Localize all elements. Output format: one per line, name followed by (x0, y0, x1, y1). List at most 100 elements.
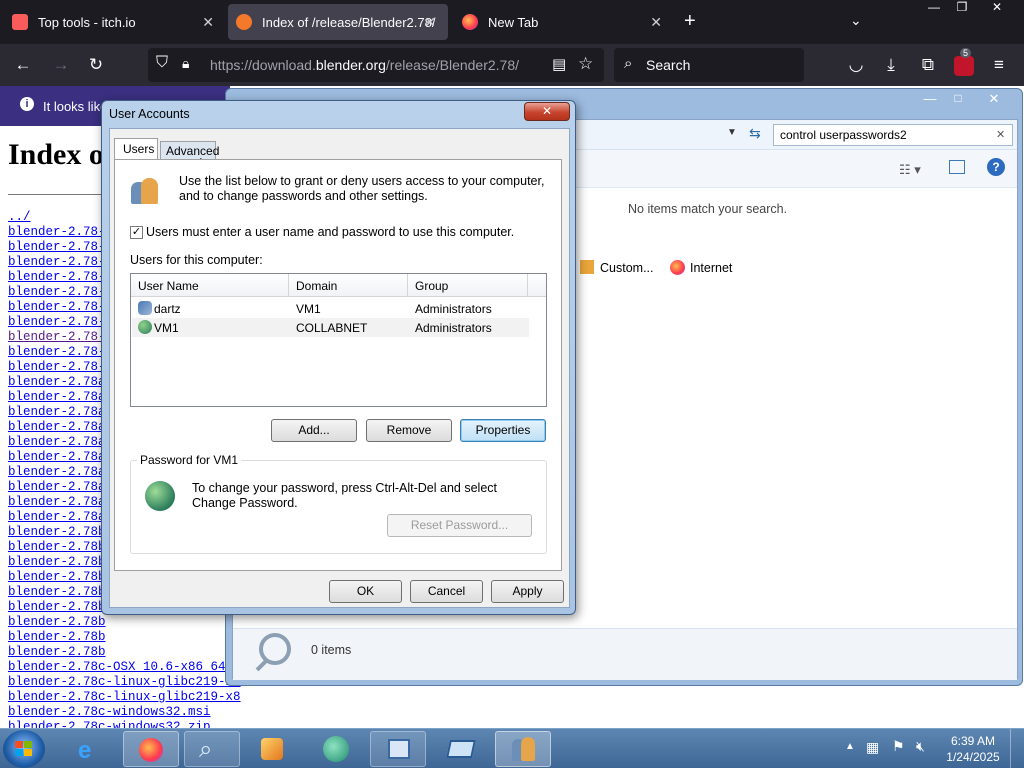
file-link[interactable]: blender-2.78c-linux-glibc219-x8 (8, 690, 241, 704)
pocket-icon[interactable]: ◡ (845, 54, 867, 76)
user-accounts-taskbar-icon[interactable] (495, 731, 551, 767)
table-row[interactable]: VM1 COLLABNET Administrators (132, 318, 529, 337)
close-dialog-button[interactable]: ✕ (524, 102, 570, 121)
downloads-icon[interactable]: ⤓ (880, 54, 902, 76)
new-tab-icon[interactable]: + (684, 10, 696, 33)
shield-icon[interactable]: ⛉ (156, 54, 168, 72)
app-taskbar-icon[interactable] (308, 731, 364, 767)
column-user-name[interactable]: User Name (138, 279, 199, 293)
column-group[interactable]: Group (415, 279, 448, 293)
file-link[interactable]: blender-2.78a (8, 495, 106, 509)
column-domain[interactable]: Domain (296, 279, 337, 293)
ok-button[interactable]: OK (329, 580, 402, 603)
file-link[interactable]: blender-2.78a (8, 420, 106, 434)
preview-pane-icon[interactable] (949, 160, 965, 174)
search-box[interactable]: ⌕ Search (614, 48, 804, 82)
require-login-checkbox[interactable]: ✓ (130, 226, 143, 239)
refresh-icon[interactable]: ⇆ (749, 125, 761, 142)
help-icon[interactable]: ? (987, 158, 1005, 176)
close-tab-icon[interactable]: ✕ (650, 14, 662, 31)
table-row[interactable]: dartz VM1 Administrators (132, 299, 529, 318)
clear-search-icon[interactable]: ✕ (996, 128, 1005, 141)
network-icon[interactable]: ▦ (866, 739, 879, 756)
file-link[interactable]: blender-2.78- (8, 330, 106, 344)
reload-icon[interactable]: ↻ (85, 54, 107, 76)
file-link[interactable]: blender-2.78a (8, 465, 106, 479)
users-list[interactable]: User Name Domain Group dartz VM1 Adminis… (130, 273, 547, 407)
file-link[interactable]: blender-2.78- (8, 225, 106, 239)
file-link[interactable]: blender-2.78a (8, 375, 106, 389)
file-link[interactable]: blender-2.78a (8, 390, 106, 404)
view-options-icon[interactable]: ☷ ▾ (899, 162, 921, 178)
close-icon[interactable]: ✕ (974, 91, 1014, 109)
properties-button[interactable]: Properties (460, 419, 546, 442)
parent-directory-link[interactable]: ../ (8, 210, 31, 224)
apply-button[interactable]: Apply (491, 580, 564, 603)
close-tab-icon[interactable]: ✕ (424, 14, 436, 31)
file-link[interactable]: blender-2.78b (8, 555, 106, 569)
volume-muted-icon[interactable]: 🔇︎ (916, 738, 925, 755)
tab-blender-index[interactable]: Index of /release/Blender2.78/ ✕ (228, 4, 448, 40)
file-link[interactable]: blender-2.78b (8, 585, 106, 599)
back-icon[interactable]: ← (12, 54, 34, 76)
list-all-tabs-icon[interactable]: ⌄ (850, 12, 862, 29)
reader-view-icon[interactable]: ▤ (552, 55, 566, 73)
file-link[interactable]: blender-2.78- (8, 300, 106, 314)
chevron-down-icon[interactable]: ▼ (727, 127, 737, 138)
file-link[interactable]: blender-2.78- (8, 360, 106, 374)
file-link[interactable]: blender-2.78c-OSX_10.6-x86_64.z (8, 660, 241, 674)
clock[interactable]: 6:39 AM 1/24/2025 (944, 733, 1002, 765)
add-user-button[interactable]: Add... (271, 419, 357, 442)
ublock-icon[interactable]: 5 (954, 48, 974, 76)
maximize-icon[interactable]: □ (944, 91, 972, 109)
close-tab-icon[interactable]: ✕ (202, 14, 214, 31)
lock-icon[interactable]: 🔒︎ (182, 55, 189, 72)
bookmark-star-icon[interactable]: ☆ (578, 54, 593, 74)
file-link[interactable]: blender-2.78- (8, 315, 106, 329)
file-link[interactable]: blender-2.78b (8, 645, 106, 659)
file-link[interactable]: blender-2.78b (8, 540, 106, 554)
file-link[interactable]: blender-2.78- (8, 345, 106, 359)
internet-explorer-taskbar-icon[interactable]: e (62, 731, 118, 767)
url-bar[interactable]: ⛉ 🔒︎ https://download.blender.org/releas… (148, 48, 604, 82)
file-link[interactable]: blender-2.78b (8, 525, 106, 539)
start-button[interactable] (3, 730, 45, 768)
close-window-icon[interactable]: ✕ (972, 0, 1022, 18)
file-link[interactable]: blender-2.78- (8, 270, 106, 284)
file-link[interactable]: blender-2.78a (8, 450, 106, 464)
remote-desktop-taskbar-icon[interactable] (433, 731, 489, 767)
reset-password-button[interactable]: Reset Password... (387, 514, 532, 537)
file-link[interactable]: blender-2.78c-linux-glibc219-i6 (8, 675, 241, 689)
file-link[interactable]: blender-2.78b (8, 600, 106, 614)
file-link[interactable]: blender-2.78b (8, 630, 106, 644)
minimize-icon[interactable]: — (916, 91, 944, 109)
file-link[interactable]: blender-2.78b (8, 615, 106, 629)
internet-link[interactable]: Internet (690, 261, 732, 275)
control-panel-search-input[interactable]: control userpasswords2 ✕ (773, 124, 1013, 146)
action-center-flag-icon[interactable]: ⚑ (892, 738, 905, 755)
file-link[interactable]: blender-2.78c-windows32.msi (8, 705, 211, 719)
extensions-icon[interactable]: ⧉ (917, 54, 939, 76)
file-link[interactable]: blender-2.78a (8, 405, 106, 419)
tab-itch-io[interactable]: Top tools - itch.io ✕ (0, 0, 226, 44)
file-link[interactable]: blender-2.78- (8, 285, 106, 299)
file-link[interactable]: blender-2.78a (8, 510, 106, 524)
forward-icon[interactable]: → (50, 54, 72, 76)
search-taskbar-icon[interactable]: ⌕ (184, 731, 240, 767)
file-link[interactable]: blender-2.78- (8, 255, 106, 269)
firefox-taskbar-icon[interactable] (123, 731, 179, 767)
show-desktop-button[interactable] (1010, 729, 1024, 768)
control-panel-taskbar-icon[interactable] (370, 731, 426, 767)
file-link[interactable]: blender-2.78a (8, 480, 106, 494)
file-link[interactable]: blender-2.78b (8, 570, 106, 584)
file-link[interactable]: blender-2.78- (8, 240, 106, 254)
custom-search-link[interactable]: Custom... (600, 261, 654, 275)
media-player-taskbar-icon[interactable] (245, 731, 301, 767)
cancel-button[interactable]: Cancel (410, 580, 483, 603)
show-hidden-icons[interactable]: ▲ (845, 741, 855, 752)
file-link[interactable]: blender-2.78a (8, 435, 106, 449)
tab-new-tab[interactable]: New Tab ✕ (452, 0, 674, 44)
menu-icon[interactable]: ≡ (988, 54, 1010, 76)
tab-users[interactable]: Users (114, 138, 158, 160)
remove-user-button[interactable]: Remove (366, 419, 452, 442)
